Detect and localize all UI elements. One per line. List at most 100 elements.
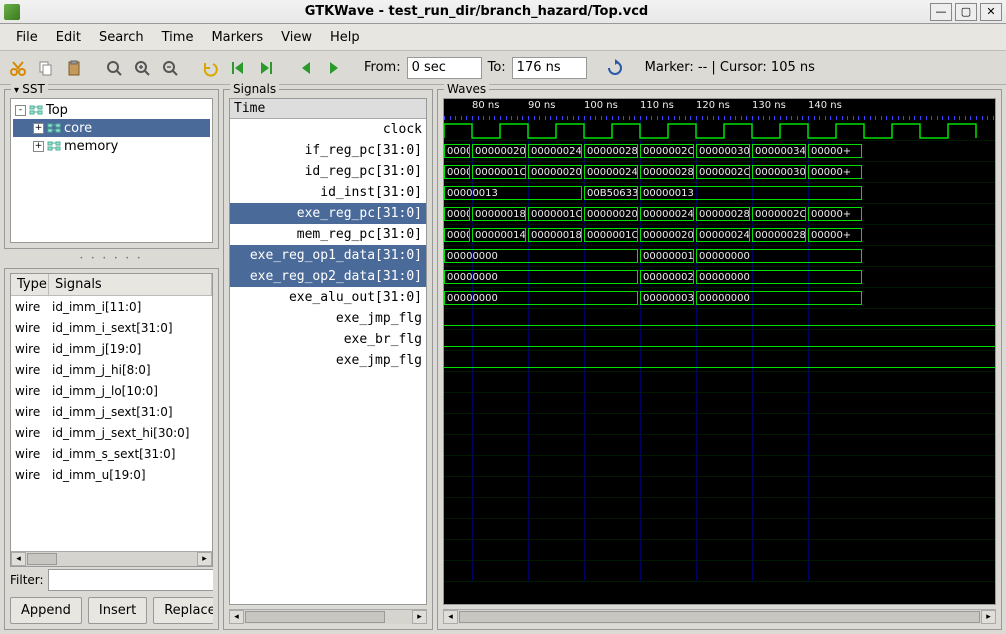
wave-row[interactable]: 000000000000000200000000	[444, 267, 995, 288]
wave-area[interactable]: 80 ns90 ns100 ns110 ns120 ns130 ns140 ns…	[443, 98, 996, 605]
tree-node-top[interactable]: -Top	[13, 101, 210, 119]
wave-row[interactable]	[444, 351, 995, 372]
signals-hscroll[interactable]: ◂ ▸	[229, 609, 427, 624]
menu-search[interactable]: Search	[91, 26, 152, 49]
from-input[interactable]	[407, 57, 482, 79]
wave-segment: 00000020	[472, 144, 526, 158]
wave-row[interactable]: 0000+0000001C000000200000002400000028000…	[444, 162, 995, 183]
ruler-tick: 80 ns	[472, 100, 499, 111]
menu-edit[interactable]: Edit	[48, 26, 89, 49]
signal-row[interactable]: exe_reg_op2_data[31:0]	[230, 266, 426, 287]
type-row[interactable]: wireid_imm_j_sext_hi[30:0]	[11, 422, 212, 443]
sash-handle[interactable]: • • • • • •	[4, 255, 219, 262]
menu-markers[interactable]: Markers	[203, 26, 271, 49]
menu-file[interactable]: File	[8, 26, 46, 49]
signal-row[interactable]: exe_jmp_flg	[230, 308, 426, 329]
wave-segment: 0000002C	[640, 144, 694, 158]
wave-row[interactable]: 0000+00000014000000180000001C00000020000…	[444, 225, 995, 246]
wave-segment: 00000024	[640, 207, 694, 221]
undo-icon[interactable]	[198, 56, 222, 80]
type-row[interactable]: wireid_imm_i[11:0]	[11, 296, 212, 317]
step-forward-icon[interactable]	[322, 56, 346, 80]
wave-row[interactable]: 0000001300B5063300000013	[444, 183, 995, 204]
wave-segment: 00000018	[528, 228, 582, 242]
sst-tree[interactable]: -Top+core+memory	[10, 98, 213, 243]
seek-end-icon[interactable]	[254, 56, 278, 80]
wave-row[interactable]	[444, 120, 995, 141]
scroll-thumb[interactable]	[459, 611, 980, 623]
wave-row[interactable]	[444, 330, 995, 351]
scroll-right-icon[interactable]: ▸	[981, 610, 996, 624]
signal-row[interactable]: id_inst[31:0]	[230, 182, 426, 203]
type-cell: wire	[11, 405, 49, 419]
type-row[interactable]: wireid_imm_i_sext[31:0]	[11, 317, 212, 338]
type-row[interactable]: wireid_imm_s_sext[31:0]	[11, 443, 212, 464]
tree-expander-icon[interactable]: -	[15, 105, 26, 116]
type-row[interactable]: wireid_imm_u[19:0]	[11, 464, 212, 485]
signal-row[interactable]: mem_reg_pc[31:0]	[230, 224, 426, 245]
filter-input[interactable]	[48, 569, 213, 591]
scroll-thumb[interactable]	[245, 611, 385, 623]
scroll-right-icon[interactable]: ▸	[412, 610, 427, 624]
insert-button[interactable]: Insert	[88, 597, 147, 624]
wave-row[interactable]: 000000000000000100000000	[444, 246, 995, 267]
replace-button[interactable]: Replace	[153, 597, 213, 624]
waves-hscroll[interactable]: ◂ ▸	[443, 609, 996, 624]
scroll-right-icon[interactable]: ▸	[197, 552, 212, 566]
status-text: Marker: -- | Cursor: 105 ns	[645, 60, 815, 75]
wave-row[interactable]	[444, 309, 995, 330]
signal-row[interactable]: id_reg_pc[31:0]	[230, 161, 426, 182]
wave-segment: 00000030	[752, 165, 806, 179]
menu-view[interactable]: View	[273, 26, 320, 49]
seek-start-icon[interactable]	[226, 56, 250, 80]
signal-row[interactable]: if_reg_pc[31:0]	[230, 140, 426, 161]
signal-row[interactable]: exe_br_flg	[230, 329, 426, 350]
menu-time[interactable]: Time	[154, 26, 202, 49]
type-row[interactable]: wireid_imm_j_sext[31:0]	[11, 401, 212, 422]
step-back-icon[interactable]	[294, 56, 318, 80]
scroll-thumb[interactable]	[27, 553, 57, 565]
reload-icon[interactable]	[603, 56, 627, 80]
ruler-tick: 100 ns	[584, 100, 618, 111]
menu-help[interactable]: Help	[322, 26, 368, 49]
signal-row[interactable]: exe_reg_pc[31:0]	[230, 203, 426, 224]
signal-row[interactable]: exe_reg_op1_data[31:0]	[230, 245, 426, 266]
wave-row[interactable]: 0000+000000180000001C0000002000000024000…	[444, 204, 995, 225]
zoom-in-icon[interactable]	[130, 56, 154, 80]
copy-icon[interactable]	[34, 56, 58, 80]
signal-cell: id_imm_u[19:0]	[49, 468, 212, 482]
paste-icon[interactable]	[62, 56, 86, 80]
signal-row[interactable]: clock	[230, 119, 426, 140]
zoom-out-icon[interactable]	[158, 56, 182, 80]
type-list[interactable]: wireid_imm_i[11:0]wireid_imm_i_sext[31:0…	[11, 296, 212, 551]
signals-list[interactable]: clockif_reg_pc[31:0]id_reg_pc[31:0]id_in…	[230, 119, 426, 604]
signal-row[interactable]: exe_alu_out[31:0]	[230, 287, 426, 308]
col-type[interactable]: Type	[11, 274, 49, 295]
to-input[interactable]	[512, 57, 587, 79]
type-row[interactable]: wireid_imm_j_lo[10:0]	[11, 380, 212, 401]
append-button[interactable]: Append	[10, 597, 82, 624]
wave-low-line	[444, 346, 995, 347]
cut-icon[interactable]	[6, 56, 30, 80]
wave-segment: 00000020	[640, 228, 694, 242]
tree-node-memory[interactable]: +memory	[13, 137, 210, 155]
type-row[interactable]: wireid_imm_j_hi[8:0]	[11, 359, 212, 380]
tree-expander-icon[interactable]: +	[33, 123, 44, 134]
scroll-left-icon[interactable]: ◂	[229, 610, 244, 624]
scroll-left-icon[interactable]: ◂	[11, 552, 26, 566]
col-signals[interactable]: Signals	[49, 274, 212, 295]
signal-cell: id_imm_s_sext[31:0]	[49, 447, 212, 461]
wave-row[interactable]: 000000000000000300000000	[444, 288, 995, 309]
zoom-fit-icon[interactable]	[102, 56, 126, 80]
tree-node-core[interactable]: +core	[13, 119, 210, 137]
tree-expander-icon[interactable]: +	[33, 141, 44, 152]
scroll-left-icon[interactable]: ◂	[443, 610, 458, 624]
wave-segment: 00000+	[808, 144, 862, 158]
wave-row[interactable]: 0000+0000002000000024000000280000002C000…	[444, 141, 995, 162]
type-row[interactable]: wireid_imm_j[19:0]	[11, 338, 212, 359]
close-button[interactable]: ✕	[980, 3, 1002, 21]
type-hscroll[interactable]: ◂ ▸	[11, 551, 212, 566]
maximize-button[interactable]: ▢	[955, 3, 977, 21]
minimize-button[interactable]: —	[930, 3, 952, 21]
signal-row[interactable]: exe_jmp_flg	[230, 350, 426, 371]
